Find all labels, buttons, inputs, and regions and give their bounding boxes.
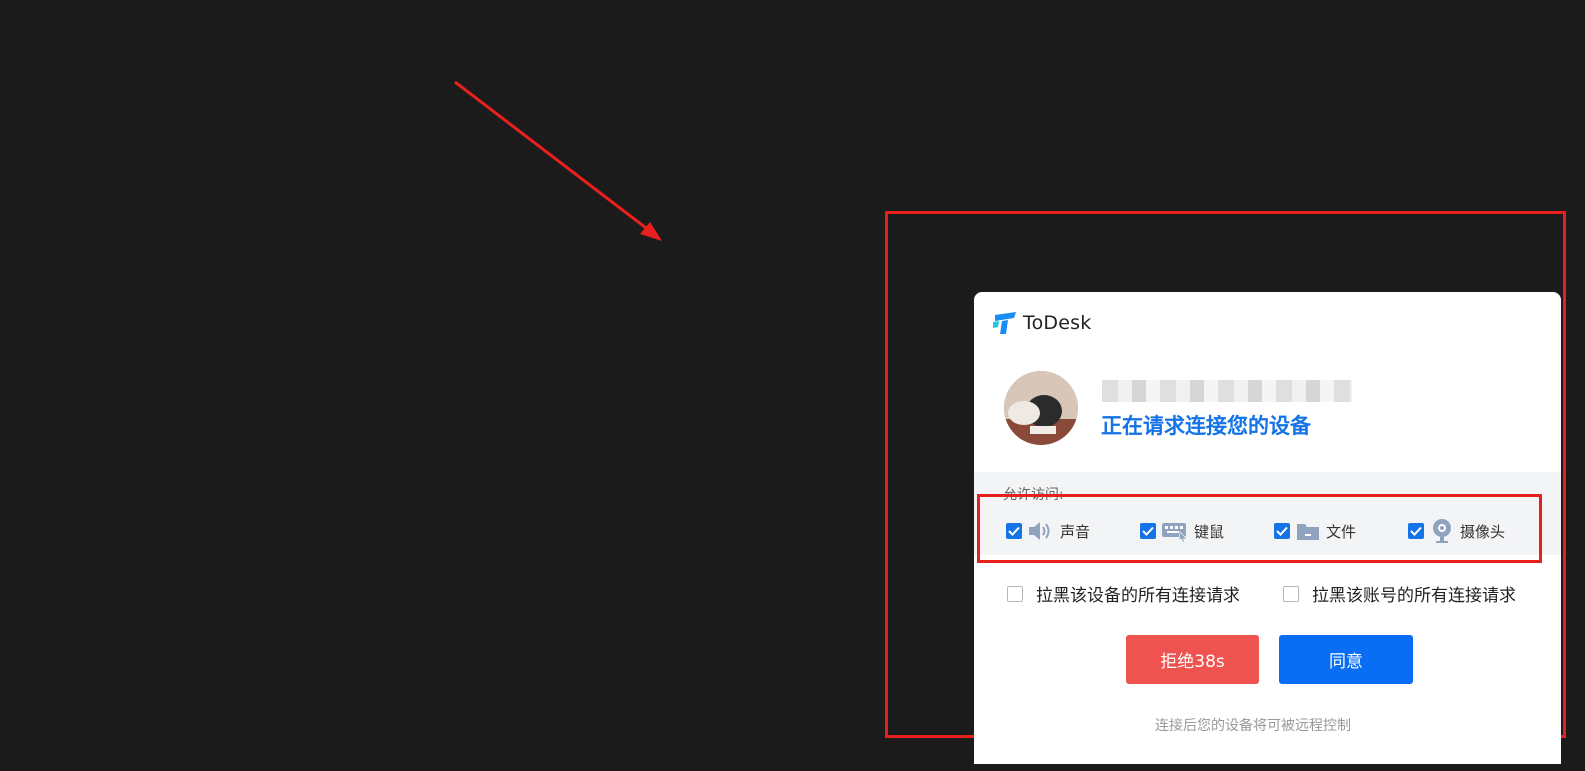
permission-camera[interactable]: 摄像头 <box>1408 518 1542 544</box>
permission-label: 文件 <box>1326 522 1357 541</box>
todesk-logo-icon <box>993 312 1016 334</box>
permission-label: 声音 <box>1060 522 1091 541</box>
footer-note: 连接后您的设备将可被远程控制 <box>1155 718 1351 734</box>
checkbox-checked-icon[interactable] <box>1274 523 1290 539</box>
permission-list: 声音 键鼠 文件 摄像头 <box>1006 518 1542 544</box>
speaker-icon <box>1028 520 1054 542</box>
app-name: ToDesk <box>1023 312 1092 334</box>
permission-label: 摄像头 <box>1460 522 1506 541</box>
block-device-label: 拉黑该设备的所有连接请求 <box>1036 586 1240 606</box>
camera-icon <box>1430 518 1454 544</box>
reject-button[interactable]: 拒绝38s <box>1126 635 1259 684</box>
request-message: 正在请求连接您的设备 <box>1101 414 1311 438</box>
brand: ToDesk <box>993 312 1091 334</box>
block-account-label: 拉黑该账号的所有连接请求 <box>1312 586 1516 606</box>
permissions-panel: 允许访问: 声音 键鼠 文件 摄像头 <box>974 472 1561 555</box>
checkbox-unchecked-icon[interactable] <box>1007 585 1023 602</box>
permission-sound[interactable]: 声音 <box>1006 518 1140 544</box>
folder-icon <box>1296 521 1320 541</box>
todesk-connection-dialog: ToDesk 正在请求连接您的设备 允许访问: 声音 键鼠 文件 摄像头 拉黑该… <box>974 292 1561 764</box>
checkbox-checked-icon[interactable] <box>1408 523 1424 539</box>
requester-avatar <box>1004 371 1078 445</box>
block-device-option[interactable]: 拉黑该设备的所有连接请求 <box>1007 581 1283 606</box>
block-account-option[interactable]: 拉黑该账号的所有连接请求 <box>1283 581 1559 606</box>
block-options: 拉黑该设备的所有连接请求 拉黑该账号的所有连接请求 <box>1007 581 1559 606</box>
accept-button[interactable]: 同意 <box>1279 635 1413 684</box>
permissions-title: 允许访问: <box>1003 487 1064 503</box>
permission-label: 键鼠 <box>1194 522 1225 541</box>
checkbox-unchecked-icon[interactable] <box>1283 585 1299 602</box>
keyboard-mouse-icon <box>1162 520 1188 542</box>
checkbox-checked-icon[interactable] <box>1006 523 1022 539</box>
permission-keyboard-mouse[interactable]: 键鼠 <box>1140 518 1274 544</box>
permission-files[interactable]: 文件 <box>1274 518 1408 544</box>
requester-name-redacted <box>1102 380 1352 402</box>
checkbox-checked-icon[interactable] <box>1140 523 1156 539</box>
